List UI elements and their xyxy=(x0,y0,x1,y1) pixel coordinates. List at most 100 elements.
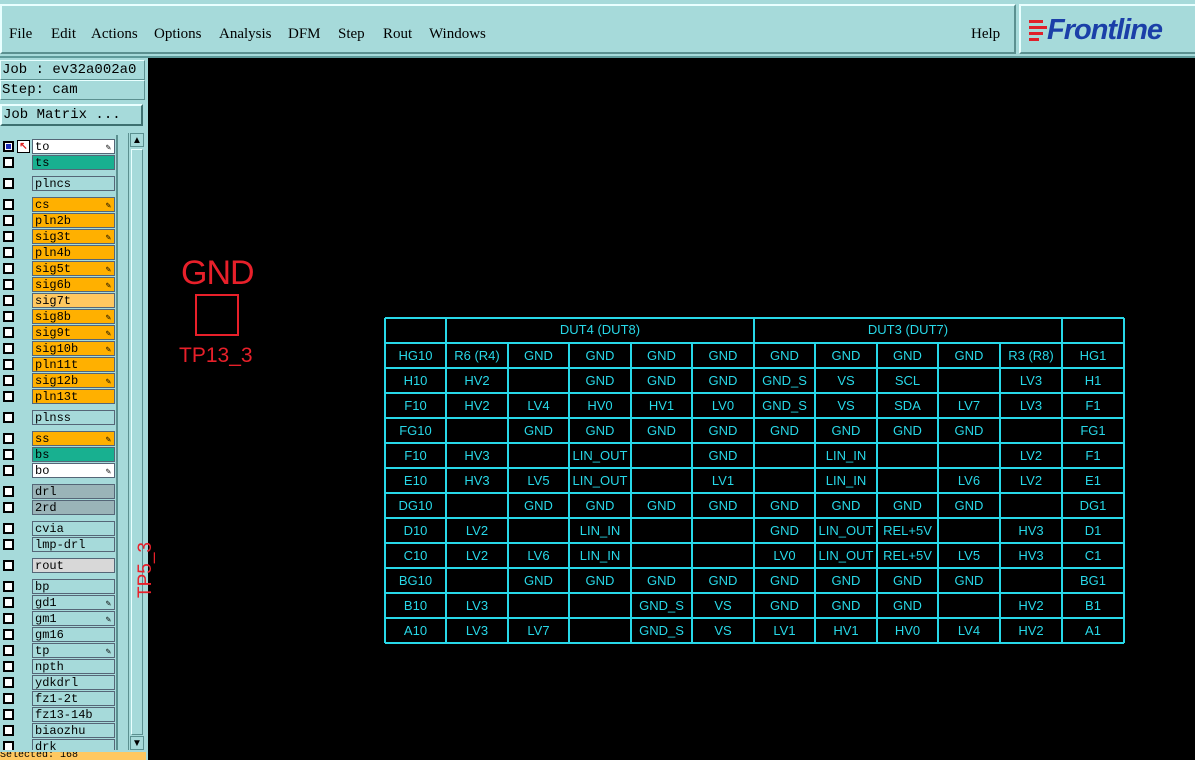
layer-checkbox[interactable] xyxy=(3,247,14,258)
layer-name[interactable]: tp ✎ xyxy=(32,643,115,658)
layer-row[interactable]: gm16 xyxy=(0,627,116,642)
layer-row[interactable]: sig7t xyxy=(0,293,116,308)
layer-row[interactable]: bo ✎ xyxy=(0,463,116,478)
layer-checkbox[interactable] xyxy=(3,645,14,656)
layer-checkbox[interactable] xyxy=(3,661,14,672)
layer-row[interactable]: sig6b ✎ xyxy=(0,277,116,292)
layer-name[interactable]: lmp-drl xyxy=(32,537,115,552)
layer-row[interactable]: ss ✎ xyxy=(0,431,116,446)
layer-checkbox[interactable] xyxy=(3,486,14,497)
layer-checkbox[interactable] xyxy=(3,279,14,290)
layer-name[interactable]: bo ✎ xyxy=(32,463,115,478)
layer-row[interactable]: pln4b xyxy=(0,245,116,260)
layer-checkbox[interactable] xyxy=(3,465,14,476)
layer-checkbox[interactable] xyxy=(3,343,14,354)
layer-name[interactable]: sig5t ✎ xyxy=(32,261,115,276)
layer-name[interactable]: sig12b ✎ xyxy=(32,373,115,388)
layer-row[interactable]: tp ✎ xyxy=(0,643,116,658)
menu-actions[interactable]: Actions xyxy=(91,26,138,43)
layer-checkbox[interactable] xyxy=(3,141,14,152)
gnd-test-pad[interactable] xyxy=(195,294,239,336)
layer-checkbox[interactable] xyxy=(3,215,14,226)
layer-name[interactable]: cs ✎ xyxy=(32,197,115,212)
layer-name[interactable]: drl xyxy=(32,484,115,499)
layer-checkbox[interactable] xyxy=(3,449,14,460)
layer-row[interactable]: ↖ to ✎ xyxy=(0,139,116,154)
layer-checkbox[interactable] xyxy=(3,539,14,550)
layer-name[interactable]: sig9t ✎ xyxy=(32,325,115,340)
layer-checkbox[interactable] xyxy=(3,741,14,750)
layer-name[interactable]: sig7t xyxy=(32,293,115,308)
layer-row[interactable]: rout xyxy=(0,558,116,573)
layer-checkbox[interactable] xyxy=(3,725,14,736)
layer-checkbox[interactable] xyxy=(3,560,14,571)
layer-checkbox[interactable] xyxy=(3,199,14,210)
layer-checkbox[interactable] xyxy=(3,157,14,168)
layer-row[interactable]: cvia xyxy=(0,521,116,536)
layer-row[interactable]: lmp-drl xyxy=(0,537,116,552)
layer-row[interactable]: drk xyxy=(0,739,116,750)
layer-name[interactable]: pln4b xyxy=(32,245,115,260)
layer-checkbox[interactable] xyxy=(3,311,14,322)
layer-row[interactable]: fz1-2t xyxy=(0,691,116,706)
layer-checkbox[interactable] xyxy=(3,613,14,624)
layer-row[interactable]: sig9t ✎ xyxy=(0,325,116,340)
layer-checkbox[interactable] xyxy=(3,502,14,513)
layer-checkbox[interactable] xyxy=(3,709,14,720)
layer-checkbox[interactable] xyxy=(3,231,14,242)
layer-name[interactable]: sig8b ✎ xyxy=(32,309,115,324)
layer-checkbox[interactable] xyxy=(3,581,14,592)
layer-name[interactable]: 2rd xyxy=(32,500,115,515)
layer-checkbox[interactable] xyxy=(3,295,14,306)
menu-help[interactable]: Help xyxy=(971,26,1000,43)
layer-row[interactable]: npth xyxy=(0,659,116,674)
menu-windows[interactable]: Windows xyxy=(429,26,486,43)
layer-name[interactable]: pln13t xyxy=(32,389,115,404)
layer-row[interactable]: sig10b ✎ xyxy=(0,341,116,356)
layer-row[interactable]: sig5t ✎ xyxy=(0,261,116,276)
layer-row[interactable]: gm1 ✎ xyxy=(0,611,116,626)
layer-row[interactable]: sig8b ✎ xyxy=(0,309,116,324)
layer-name[interactable]: gm1 ✎ xyxy=(32,611,115,626)
layer-row[interactable]: 2rd xyxy=(0,500,116,515)
layer-name[interactable]: plncs xyxy=(32,176,115,191)
layer-name[interactable]: npth xyxy=(32,659,115,674)
layer-checkbox[interactable] xyxy=(3,263,14,274)
layer-checkbox[interactable] xyxy=(3,523,14,534)
layer-name[interactable]: gd1 ✎ xyxy=(32,595,115,610)
layer-row[interactable]: ts xyxy=(0,155,116,170)
layer-name[interactable]: sig10b ✎ xyxy=(32,341,115,356)
layer-row[interactable]: drl xyxy=(0,484,116,499)
menu-options[interactable]: Options xyxy=(154,26,202,43)
layer-name[interactable]: pln2b xyxy=(32,213,115,228)
layer-checkbox[interactable] xyxy=(3,327,14,338)
layer-row[interactable]: cs ✎ xyxy=(0,197,116,212)
layer-name[interactable]: gm16 xyxy=(32,627,115,642)
layer-row[interactable]: bp xyxy=(0,579,116,594)
layer-checkbox[interactable] xyxy=(3,677,14,688)
layer-name[interactable]: plnss xyxy=(32,410,115,425)
menu-analysis[interactable]: Analysis xyxy=(219,26,272,43)
layer-row[interactable]: pln2b xyxy=(0,213,116,228)
layer-row[interactable]: gd1 ✎ xyxy=(0,595,116,610)
scroll-up-arrow-icon[interactable]: ▲ xyxy=(130,133,144,147)
layer-name[interactable]: rout xyxy=(32,558,115,573)
layer-checkbox[interactable] xyxy=(3,359,14,370)
layer-name[interactable]: pln11t xyxy=(32,357,115,372)
layer-checkbox[interactable] xyxy=(3,597,14,608)
menu-step[interactable]: Step xyxy=(338,26,365,43)
layer-name[interactable]: ss ✎ xyxy=(32,431,115,446)
layer-name[interactable]: sig6b ✎ xyxy=(32,277,115,292)
layer-checkbox[interactable] xyxy=(3,375,14,386)
layer-row[interactable]: sig12b ✎ xyxy=(0,373,116,388)
layer-checkbox[interactable] xyxy=(3,433,14,444)
layer-row[interactable]: fz13-14b xyxy=(0,707,116,722)
menu-rout[interactable]: Rout xyxy=(383,26,412,43)
layer-row[interactable]: plncs xyxy=(0,176,116,191)
work-layer-arrow-icon[interactable]: ↖ xyxy=(17,140,30,153)
layer-row[interactable]: plnss xyxy=(0,410,116,425)
layer-name[interactable]: to ✎ xyxy=(32,139,115,154)
menu-file[interactable]: File xyxy=(9,26,32,43)
menu-dfm[interactable]: DFM xyxy=(288,26,321,43)
graphic-canvas[interactable]: GND TP13_3 TP5_3 DUT4 (DUT8) DUT3 (DUT7) H… xyxy=(135,58,1195,760)
